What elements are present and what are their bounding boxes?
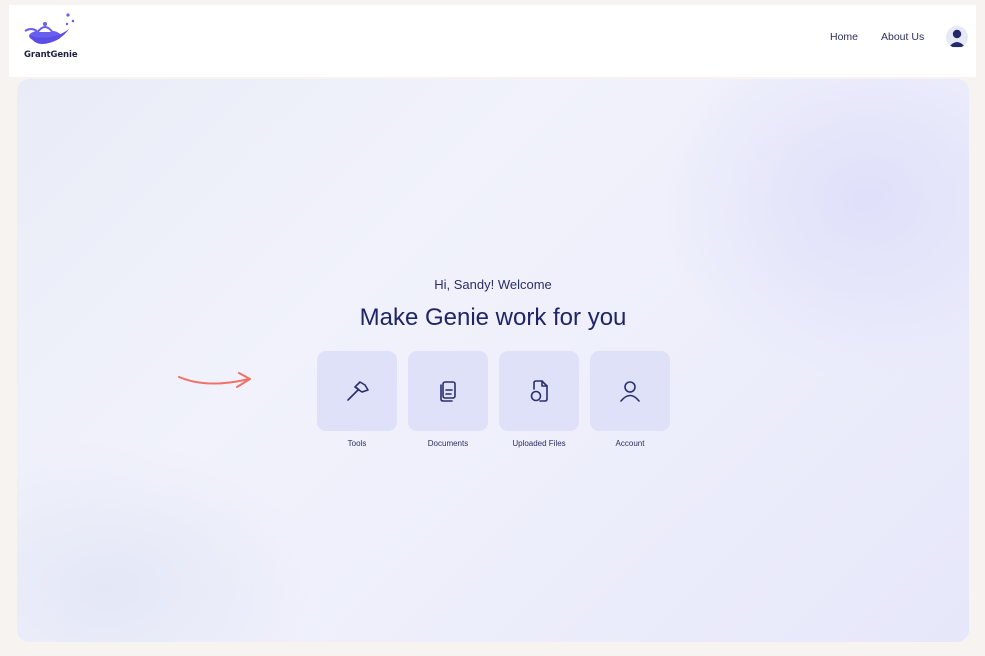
tile-account[interactable]: Account xyxy=(590,351,670,448)
uploaded-file-icon xyxy=(530,380,548,402)
hammer-icon xyxy=(347,381,369,401)
user-icon xyxy=(620,381,640,402)
quick-access-tiles: Tools Documents Uploaded Files Account xyxy=(317,351,677,461)
tile-documents[interactable]: Documents xyxy=(408,351,488,448)
tile-account-box[interactable] xyxy=(590,351,670,431)
page-headline: Make Genie work for you xyxy=(359,304,627,331)
nav-link-about-us[interactable]: About Us xyxy=(881,31,924,43)
top-navbar: GrantGenie Home About Us xyxy=(9,5,976,77)
user-avatar-icon-graphic xyxy=(949,29,965,47)
hero-panel: Hi, Sandy! Welcome Make Genie work for y… xyxy=(17,79,969,642)
nav-link-home[interactable]: Home xyxy=(830,31,858,43)
tile-documents-label: Documents xyxy=(427,439,469,448)
tile-tools[interactable]: Tools xyxy=(317,351,397,448)
tile-documents-box[interactable] xyxy=(408,351,488,431)
genie-lamp-icon xyxy=(24,13,75,44)
brand-logo[interactable]: GrantGenie xyxy=(23,11,83,66)
documents-icon xyxy=(440,381,456,402)
tile-tools-box[interactable] xyxy=(317,351,397,431)
tile-uploaded-files-label: Uploaded Files xyxy=(512,439,566,448)
tile-tools-label: Tools xyxy=(347,439,367,448)
arrow-right-icon xyxy=(178,372,251,388)
tile-account-label: Account xyxy=(615,439,645,448)
tile-uploaded-files-box[interactable] xyxy=(499,351,579,431)
user-avatar-icon[interactable] xyxy=(946,26,968,48)
brand-name: GrantGenie xyxy=(24,50,78,60)
tile-uploaded-files[interactable]: Uploaded Files xyxy=(499,351,579,448)
welcome-greeting: Hi, Sandy! Welcome xyxy=(434,277,552,292)
